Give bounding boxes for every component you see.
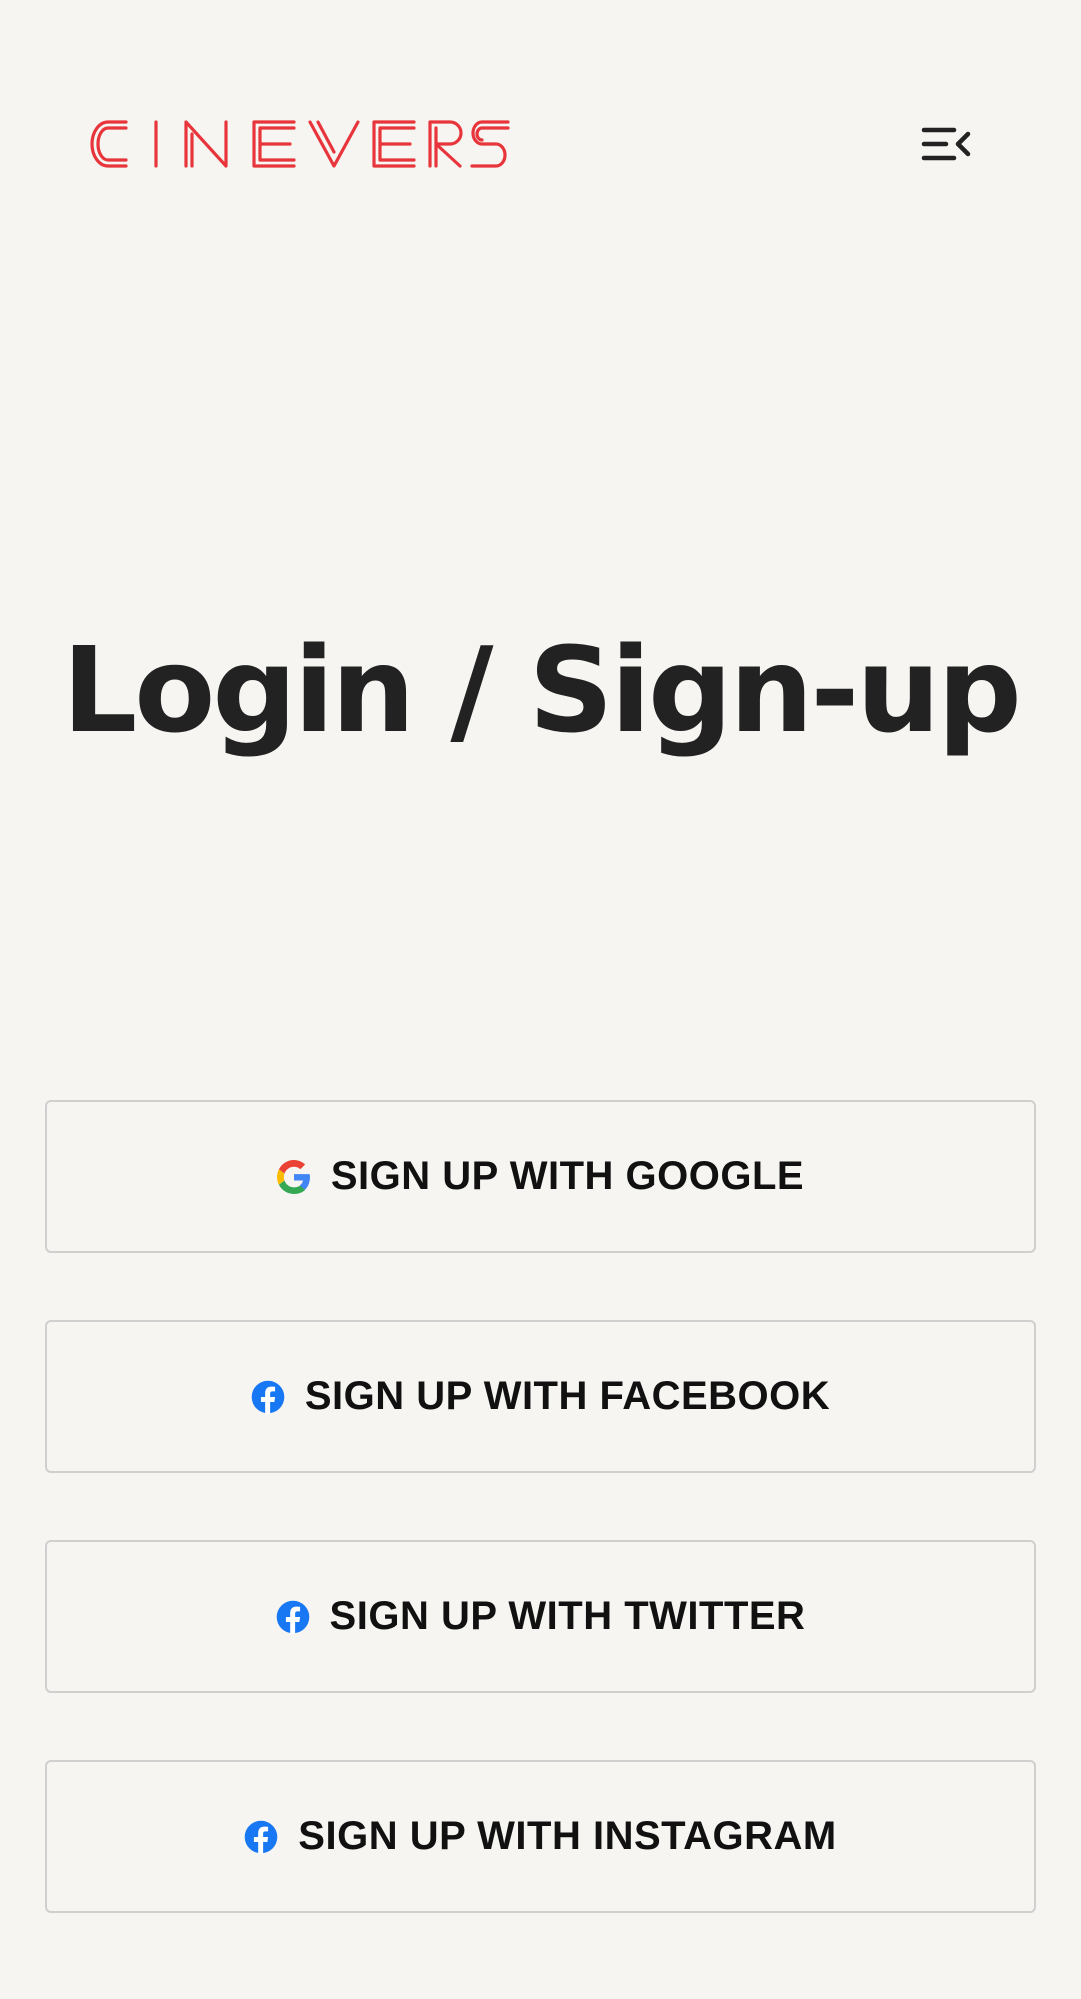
facebook-icon	[276, 1600, 310, 1634]
logo-wordmark-icon	[90, 120, 510, 168]
google-icon	[276, 1159, 311, 1194]
twitter-signup-button[interactable]: SIGN UP WITH TWITTER	[45, 1540, 1036, 1693]
google-signup-label: SIGN UP WITH GOOGLE	[330, 1154, 805, 1198]
auth-button-list: SIGN UP WITH GOOGLE SIGN UP WITH FACEBOO…	[45, 1100, 1036, 1980]
menu-button[interactable]	[916, 118, 976, 170]
instagram-signup-label: SIGN UP WITH INSTAGRAM	[298, 1814, 837, 1858]
facebook-signup-button[interactable]: SIGN UP WITH FACEBOOK	[45, 1320, 1036, 1473]
page-title: Login / Sign-up	[62, 621, 1022, 759]
instagram-signup-button[interactable]: SIGN UP WITH INSTAGRAM	[45, 1760, 1036, 1913]
facebook-icon	[244, 1820, 278, 1854]
facebook-signup-label: SIGN UP WITH FACEBOOK	[304, 1374, 831, 1418]
menu-collapse-icon	[921, 127, 971, 161]
app-header: CINEVERSE	[0, 0, 1081, 290]
google-signup-button[interactable]: SIGN UP WITH GOOGLE	[45, 1100, 1036, 1253]
facebook-icon	[251, 1380, 285, 1414]
cineverse-logo[interactable]: CINEVERSE	[88, 118, 512, 170]
twitter-signup-label: SIGN UP WITH TWITTER	[329, 1594, 806, 1638]
